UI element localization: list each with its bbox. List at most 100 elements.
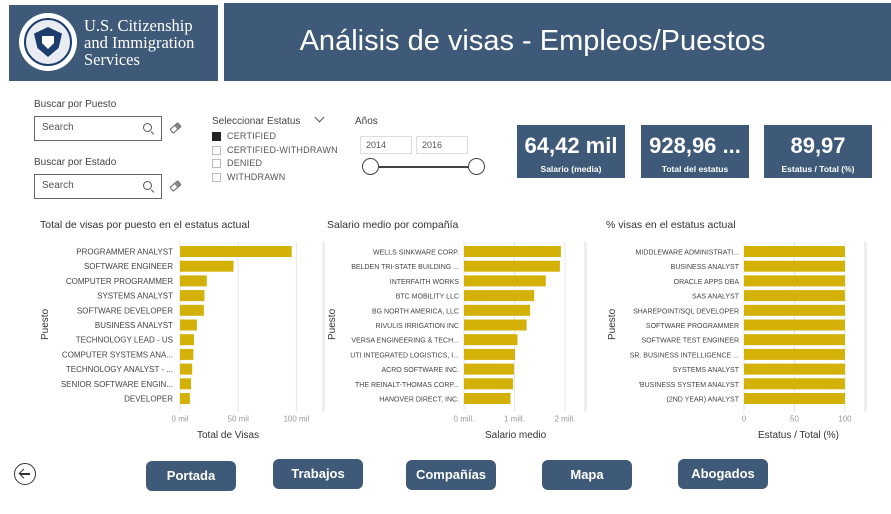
bar[interactable] — [744, 304, 845, 316]
bar[interactable] — [744, 334, 845, 346]
status-option[interactable]: CERTIFIED-WITHDRAWN — [212, 145, 338, 155]
category-label: BG NORTH AMERICA, LLC — [372, 308, 459, 315]
status-option-label: WITHDRAWN — [227, 172, 286, 182]
bar[interactable] — [180, 246, 292, 257]
nav-button-portada[interactable]: Portada — [146, 461, 236, 491]
bar[interactable] — [464, 348, 515, 360]
category-label: SOFTWARE ENGINEER — [84, 262, 173, 271]
bar[interactable] — [744, 393, 845, 404]
bar-chart-svg: 0 mil 50 mil 100 mil PROGRAMMER ANALYST SOFT… — [61, 242, 325, 424]
bar[interactable] — [180, 393, 190, 404]
bar[interactable] — [180, 334, 194, 346]
category-label: BUSINESS ANALYST — [95, 321, 173, 330]
category-label: VERSA ENGINEERING & TECH... — [351, 338, 459, 345]
search-icon[interactable] — [143, 181, 152, 190]
year-to-input[interactable]: 2016 — [416, 136, 468, 154]
bar[interactable] — [744, 319, 845, 331]
years-slider-end-handle[interactable] — [468, 158, 485, 175]
bar[interactable] — [180, 290, 205, 302]
bar[interactable] — [744, 260, 845, 272]
back-arrow-icon[interactable] — [14, 463, 36, 485]
category-label: ORACLE APPS DBA — [674, 279, 740, 286]
bar[interactable] — [180, 348, 194, 360]
category-label: TECHNOLOGY LEAD - US — [76, 336, 173, 345]
chevron-down-icon[interactable] — [314, 112, 325, 123]
x-tick-label: 0 mill. — [454, 415, 475, 424]
category-label: DEVELOPER — [124, 395, 173, 404]
bar[interactable] — [744, 275, 845, 287]
status-option[interactable]: DENIED — [212, 158, 262, 168]
status-option-label: CERTIFIED — [227, 131, 277, 141]
bar[interactable] — [464, 363, 514, 375]
bar[interactable] — [464, 275, 546, 287]
status-slicer-title: Seleccionar Estatus — [212, 116, 301, 127]
chart-x-label: Estatus / Total (%) — [758, 430, 839, 441]
chart-scrollbar[interactable] — [584, 242, 587, 412]
status-option[interactable]: WITHDRAWN — [212, 172, 285, 182]
status-checkbox[interactable] — [212, 145, 221, 155]
state-search-box[interactable] — [34, 174, 162, 199]
kpi-value: 89,97 — [790, 133, 846, 158]
bar[interactable] — [464, 393, 511, 404]
bar[interactable] — [180, 304, 204, 316]
bar[interactable] — [464, 334, 518, 346]
chart-scrollbar[interactable] — [322, 242, 325, 412]
bar[interactable] — [744, 378, 845, 390]
bar[interactable] — [464, 378, 513, 390]
category-label: SHAREPOINT/SQL DEVELOPER — [633, 308, 739, 315]
bar[interactable] — [180, 319, 197, 331]
status-option-label: DENIED — [227, 158, 263, 168]
category-label: SENIOR SOFTWARE ENGIN... — [61, 380, 173, 389]
kpi-value: 928,96 ... — [649, 133, 741, 158]
eraser-icon[interactable] — [169, 180, 182, 192]
bar[interactable] — [744, 363, 845, 375]
kpi-caption: Estatus / Total (%) — [781, 164, 855, 174]
bar[interactable] — [464, 319, 527, 331]
nav-button-trabajos[interactable]: Trabajos — [273, 459, 363, 489]
chart-x-label: Salario medio — [485, 430, 547, 441]
job-search-box[interactable] — [34, 116, 162, 141]
bar[interactable] — [180, 378, 192, 390]
bar[interactable] — [744, 246, 845, 257]
bar[interactable] — [180, 260, 234, 272]
status-checkbox[interactable] — [212, 131, 221, 141]
chart-scrollbar[interactable] — [864, 242, 867, 412]
bar[interactable] — [464, 304, 531, 316]
years-label: Años — [355, 116, 378, 127]
bar[interactable] — [180, 363, 193, 375]
nav-button-mapa[interactable]: Mapa — [542, 460, 632, 490]
category-label: BELDEN TRI-STATE BUILDING ... — [351, 264, 459, 271]
state-search-input[interactable] — [42, 180, 137, 191]
nav-button-companias[interactable]: Compañías — [406, 460, 496, 490]
bar[interactable] — [744, 290, 845, 302]
job-search-input[interactable] — [42, 122, 137, 133]
category-label: BUSINESS ANALYST — [671, 264, 740, 271]
search-icon[interactable] — [143, 123, 152, 132]
status-option[interactable]: CERTIFIED — [212, 131, 276, 141]
uscis-logo: U.S. Citizenship and Immigration Service… — [9, 5, 218, 81]
chart-title-salary-by-company: Salario medio por compañía — [327, 219, 459, 231]
kpi-card-salary: 64,42 mil Salario (media) — [517, 125, 625, 178]
status-checkbox[interactable] — [212, 172, 221, 182]
years-slider-track[interactable] — [372, 166, 480, 168]
category-label: THE REINALT-THOMAS CORP... — [355, 382, 459, 389]
eraser-icon[interactable] — [169, 122, 182, 134]
page-title: Análisis de visas - Empleos/Puestos — [299, 25, 766, 57]
x-tick-label: 100 mil — [283, 415, 309, 424]
category-label: (2ND YEAR) ANALYST — [667, 397, 740, 404]
status-checkbox[interactable] — [212, 158, 221, 168]
kpi-value: 64,42 mil — [524, 133, 618, 158]
bar-chart-svg: 0 mill. 1 mill. 2 mill. WELLS SINKWARE CORP… — [350, 242, 587, 424]
category-label: COMPUTER PROGRAMMER — [66, 277, 173, 286]
bar[interactable] — [464, 260, 560, 272]
bar[interactable] — [464, 290, 535, 302]
chart-status-percent: 0 50 100 MIDDLEWARE ADMINISTRATI... BUSINESS… — [604, 238, 867, 436]
nav-button-abogados[interactable]: Abogados — [678, 459, 768, 489]
years-slider-start-handle[interactable] — [362, 158, 379, 175]
category-label: SOFTWARE DEVELOPER — [77, 306, 173, 315]
x-tick-label: 0 — [742, 415, 747, 424]
year-from-input[interactable]: 2014 — [360, 136, 412, 154]
bar[interactable] — [464, 246, 561, 257]
bar[interactable] — [180, 275, 207, 287]
bar[interactable] — [744, 348, 845, 360]
